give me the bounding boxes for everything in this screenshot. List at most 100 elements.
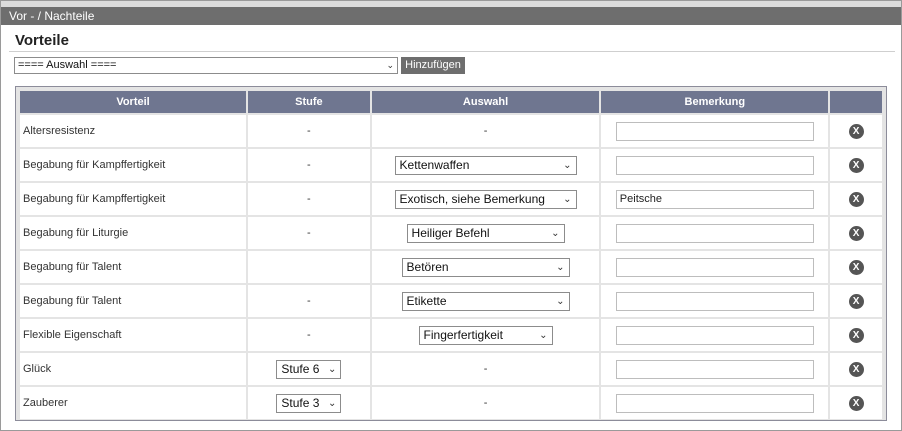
auswahl-select[interactable]: Etikette ⌄ bbox=[401, 291, 570, 311]
stufe-select[interactable]: Stufe 3 ⌄ bbox=[276, 393, 342, 413]
close-circle-icon[interactable]: X bbox=[848, 157, 864, 173]
table-row: Altersresistenz - - X bbox=[20, 115, 882, 147]
close-circle-icon[interactable]: X bbox=[848, 123, 864, 139]
close-circle-icon[interactable]: X bbox=[848, 293, 864, 309]
chevron-down-icon: ⌄ bbox=[327, 397, 337, 409]
cell-stufe: - bbox=[248, 149, 370, 181]
table-row: Begabung für Talent Betören ⌄ X bbox=[20, 251, 882, 283]
chevron-down-icon: ⌄ bbox=[386, 60, 394, 70]
chevron-down-icon: ⌄ bbox=[556, 261, 565, 273]
bemerkung-input[interactable] bbox=[615, 155, 814, 175]
cell-bemerkung bbox=[601, 115, 829, 147]
table-header-row: Vorteil Stufe Auswahl Bemerkung bbox=[20, 91, 882, 113]
table-row: Glück Stufe 6 ⌄ - X bbox=[20, 353, 882, 385]
close-circle-icon[interactable]: X bbox=[848, 361, 864, 377]
stufe-select[interactable]: Stufe 6 ⌄ bbox=[276, 359, 342, 379]
cell-stufe: - bbox=[248, 285, 370, 317]
cell-vorteil: Begabung für Kampffertigkeit bbox=[20, 149, 247, 181]
cell-vorteil: Zauberer bbox=[20, 387, 247, 419]
auswahl-select[interactable]: Heiliger Befehl ⌄ bbox=[406, 223, 565, 243]
cell-stufe: Stufe 3 ⌄ bbox=[248, 387, 370, 419]
cell-actions: X bbox=[830, 353, 882, 385]
close-circle-icon[interactable]: X bbox=[848, 395, 864, 411]
cell-auswahl: Fingerfertigkeit ⌄ bbox=[371, 319, 600, 351]
header-actions bbox=[830, 91, 882, 113]
close-circle-icon[interactable]: X bbox=[848, 327, 864, 343]
cell-bemerkung bbox=[601, 387, 829, 419]
cell-actions: X bbox=[830, 217, 882, 249]
stufe-select-value: Stufe 3 bbox=[281, 395, 320, 410]
cell-bemerkung bbox=[601, 353, 829, 385]
cell-stufe: - bbox=[248, 183, 370, 215]
close-circle-icon[interactable]: X bbox=[848, 191, 864, 207]
table-row: Begabung für Kampffertigkeit - Exotisch, s… bbox=[20, 183, 882, 215]
cell-vorteil: Glück bbox=[20, 353, 247, 385]
close-circle-icon[interactable]: X bbox=[848, 225, 864, 241]
table-row: Begabung für Liturgie - Heiliger Befehl ⌄ X bbox=[20, 217, 882, 249]
advantage-select[interactable]: ==== Auswahl ==== ⌄ bbox=[14, 57, 398, 74]
table-row: Zauberer Stufe 3 ⌄ - X bbox=[20, 387, 882, 419]
bemerkung-input[interactable] bbox=[615, 325, 814, 345]
cell-actions: X bbox=[830, 183, 882, 215]
cell-bemerkung bbox=[601, 285, 829, 317]
chevron-down-icon: ⌄ bbox=[539, 329, 548, 341]
cell-vorteil: Begabung für Talent bbox=[20, 285, 247, 317]
cell-auswahl: Etikette ⌄ bbox=[371, 285, 600, 317]
section-title: Vorteile bbox=[15, 32, 69, 49]
bemerkung-input[interactable]: Peitsche bbox=[615, 189, 814, 209]
cell-stufe bbox=[248, 251, 370, 283]
cell-bemerkung bbox=[601, 217, 829, 249]
bemerkung-input[interactable] bbox=[615, 291, 814, 311]
cell-vorteil: Begabung für Talent bbox=[20, 251, 247, 283]
bemerkung-input[interactable] bbox=[615, 121, 814, 141]
window-title: Vor - / Nachteile bbox=[1, 7, 901, 25]
table-row: Begabung für Talent - Etikette ⌄ X bbox=[20, 285, 882, 317]
auswahl-select-value: Etikette bbox=[406, 293, 447, 308]
stufe-select-value: Stufe 6 bbox=[281, 361, 320, 376]
cell-actions: X bbox=[830, 149, 882, 181]
auswahl-select-value: Heiliger Befehl bbox=[411, 225, 490, 240]
auswahl-select[interactable]: Exotisch, siehe Bemerkung ⌄ bbox=[394, 189, 577, 209]
bemerkung-input[interactable] bbox=[615, 359, 814, 379]
cell-vorteil: Flexible Eigenschaft bbox=[20, 319, 247, 351]
cell-auswahl: - bbox=[371, 353, 600, 385]
table-row: Begabung für Kampffertigkeit - Kettenwaffe… bbox=[20, 149, 882, 181]
header-vorteil: Vorteil bbox=[20, 91, 247, 113]
cell-actions: X bbox=[830, 319, 882, 351]
cell-bemerkung: Peitsche bbox=[601, 183, 829, 215]
auswahl-select[interactable]: Fingerfertigkeit ⌄ bbox=[418, 325, 553, 345]
cell-vorteil: Begabung für Liturgie bbox=[20, 217, 247, 249]
header-stufe: Stufe bbox=[248, 91, 370, 113]
bemerkung-input[interactable] bbox=[615, 223, 814, 243]
cell-auswahl: Heiliger Befehl ⌄ bbox=[371, 217, 600, 249]
bemerkung-input[interactable] bbox=[615, 393, 814, 413]
header-bemerkung: Bemerkung bbox=[601, 91, 829, 113]
table-row: Flexible Eigenschaft - Fingerfertigkeit ⌄ X bbox=[20, 319, 882, 351]
auswahl-select-value: Kettenwaffen bbox=[399, 157, 470, 172]
header-auswahl: Auswahl bbox=[371, 91, 600, 113]
close-circle-icon[interactable]: X bbox=[848, 259, 864, 275]
advantages-table: Vorteil Stufe Auswahl Bemerkung Altersre… bbox=[15, 86, 887, 421]
chevron-down-icon: ⌄ bbox=[556, 295, 565, 307]
cell-auswahl: Betören ⌄ bbox=[371, 251, 600, 283]
cell-vorteil: Altersresistenz bbox=[20, 115, 247, 147]
cell-actions: X bbox=[830, 251, 882, 283]
add-button[interactable]: Hinzufügen bbox=[401, 57, 465, 74]
auswahl-select[interactable]: Betören ⌄ bbox=[401, 257, 570, 277]
cell-stufe: - bbox=[248, 115, 370, 147]
cell-bemerkung bbox=[601, 251, 829, 283]
cell-stufe: Stufe 6 ⌄ bbox=[248, 353, 370, 385]
chevron-down-icon: ⌄ bbox=[563, 193, 572, 205]
auswahl-select[interactable]: Kettenwaffen ⌄ bbox=[394, 155, 577, 175]
auswahl-select-value: Betören bbox=[406, 259, 449, 274]
advantage-select-value: ==== Auswahl ==== bbox=[18, 59, 117, 71]
cell-auswahl: - bbox=[371, 387, 600, 419]
bemerkung-input[interactable] bbox=[615, 257, 814, 277]
cell-actions: X bbox=[830, 285, 882, 317]
auswahl-select-value: Exotisch, siehe Bemerkung bbox=[399, 191, 545, 206]
divider bbox=[9, 51, 895, 52]
cell-bemerkung bbox=[601, 149, 829, 181]
cell-auswahl: - bbox=[371, 115, 600, 147]
cell-stufe: - bbox=[248, 319, 370, 351]
cell-auswahl: Kettenwaffen ⌄ bbox=[371, 149, 600, 181]
